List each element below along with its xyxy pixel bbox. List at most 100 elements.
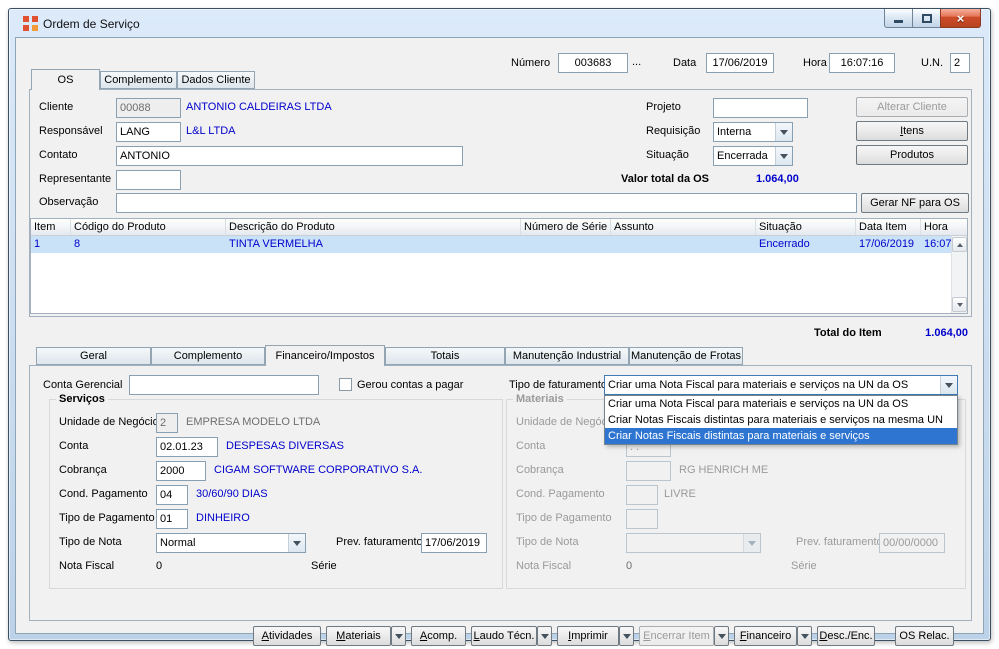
conta-gerencial-label: Conta Gerencial (43, 379, 123, 391)
financeiro-button[interactable]: Financeiro (734, 626, 797, 646)
tab-os[interactable]: OS (31, 69, 100, 90)
maximize-icon (921, 13, 932, 23)
column-header-hora[interactable]: Hora (921, 219, 967, 235)
servicos-cobranca-name: CIGAM SOFTWARE CORPORATIVO S.A. (214, 464, 423, 476)
column-header-descricao[interactable]: Descrição do Produto (226, 219, 521, 235)
financeiro-menu-button[interactable] (797, 626, 812, 646)
alterar-cliente-button[interactable]: Alterar Cliente (856, 97, 968, 117)
tab-totais[interactable]: Totais (385, 347, 505, 365)
servicos-cond-pagamento-input[interactable] (156, 485, 188, 505)
materiais-prev-faturamento-label: Prev. faturamento (796, 536, 883, 548)
representante-label: Representante (39, 173, 112, 185)
chevron-down-icon (394, 633, 403, 639)
conta-gerencial-input[interactable] (129, 375, 319, 395)
imprimir-button[interactable]: Imprimir (557, 626, 619, 646)
column-header-data-item[interactable]: Data Item (856, 219, 921, 235)
tab-geral[interactable]: Geral (36, 347, 151, 365)
tab-dados-cliente[interactable]: Dados Cliente (177, 71, 255, 89)
servicos-un-label: Unidade de Negócio (59, 416, 159, 428)
materiais-conta-label: Conta (516, 440, 546, 452)
os-relac-button[interactable]: OS Relac. (895, 626, 954, 646)
maximize-button[interactable] (912, 9, 941, 28)
materiais-nota-fiscal-label: Nota Fiscal (516, 560, 572, 572)
materiais-tipo-pagamento-label: Tipo de Pagamento (516, 512, 612, 524)
servicos-cobranca-input[interactable] (156, 461, 206, 481)
laudo-tecn-button[interactable]: Laudo Técn. (471, 626, 537, 646)
servicos-nota-fiscal-label: Nota Fiscal (59, 560, 115, 572)
atividades-button[interactable]: Atividades (253, 626, 321, 646)
situacao-select[interactable]: Encerrada (713, 146, 793, 166)
title-bar[interactable]: Ordem de Serviço × (9, 9, 990, 37)
projeto-input[interactable] (713, 98, 808, 118)
servicos-tipo-nota-label: Tipo de Nota (59, 536, 122, 548)
tab-manutencao-industrial[interactable]: Manutenção Industrial (505, 347, 629, 365)
chevron-down-icon (780, 153, 788, 159)
materiais-serie-label: Série (791, 560, 817, 572)
servicos-prev-faturamento-input[interactable] (421, 533, 487, 553)
gerar-nf-button[interactable]: Gerar NF para OS (861, 193, 969, 213)
table-header: Item Código do Produto Descrição do Prod… (31, 219, 967, 236)
responsavel-input[interactable] (116, 122, 181, 142)
laudo-tecn-menu-button[interactable] (537, 626, 552, 646)
observacao-input[interactable] (116, 193, 857, 213)
close-button[interactable]: × (940, 9, 981, 28)
minimize-button[interactable] (884, 9, 913, 28)
tab-complemento-detail[interactable]: Complemento (151, 347, 265, 365)
dropdown-option-1[interactable]: Criar uma Nota Fiscal para materiais e s… (605, 396, 957, 412)
servicos-tipo-nota-select[interactable]: Normal (156, 533, 306, 553)
tab-complemento[interactable]: Complemento (100, 71, 177, 89)
table-scrollbar[interactable] (951, 236, 967, 313)
cell-assunto (611, 236, 756, 253)
servicos-un-input[interactable] (156, 413, 178, 433)
dropdown-option-3[interactable]: Criar Notas Fiscais distintas para mater… (605, 428, 957, 444)
column-header-numero-serie[interactable]: Número de Série (521, 219, 611, 235)
encerrar-item-menu-button[interactable] (714, 626, 729, 646)
tipo-faturamento-select[interactable]: Criar uma Nota Fiscal para materiais e s… (604, 375, 958, 395)
column-header-situacao[interactable]: Situação (756, 219, 856, 235)
column-header-codigo[interactable]: Código do Produto (71, 219, 226, 235)
column-header-assunto[interactable]: Assunto (611, 219, 756, 235)
total-item-value: 1.064,00 (925, 327, 968, 339)
scroll-up-button[interactable] (952, 237, 967, 252)
contato-input[interactable] (116, 146, 463, 166)
materiais-menu-button[interactable] (391, 626, 406, 646)
servicos-conta-name: DESPESAS DIVERSAS (226, 440, 344, 452)
requisicao-select[interactable]: Interna (713, 122, 793, 142)
cliente-code-input[interactable] (116, 98, 181, 118)
servicos-tipo-pagamento-input[interactable] (156, 509, 188, 529)
servicos-tipo-nota-dropdown-button[interactable] (288, 534, 305, 552)
representante-input[interactable] (116, 170, 181, 190)
column-header-item[interactable]: Item (31, 219, 71, 235)
desc-enc-button[interactable]: Desc./Enc. (817, 626, 875, 646)
observacao-label: Observação (39, 196, 99, 208)
acomp-button[interactable]: Acomp. (411, 626, 466, 646)
situacao-dropdown-button[interactable] (775, 147, 792, 165)
close-icon: × (956, 10, 965, 26)
tab-manutencao-frotas[interactable]: Manutenção de Frotas (629, 347, 743, 365)
cell-situacao: Encerrado (759, 238, 810, 250)
requisicao-dropdown-button[interactable] (775, 123, 792, 141)
hora-input[interactable] (829, 53, 895, 73)
tab-financeiro-impostos[interactable]: Financeiro/Impostos (265, 345, 385, 366)
servicos-conta-input[interactable] (156, 437, 218, 457)
materiais-tipo-nota-value (627, 534, 743, 552)
materiais-cond-pagamento-label: Cond. Pagamento (516, 488, 605, 500)
situacao-value: Encerrada (717, 150, 768, 162)
gerou-contas-checkbox[interactable] (339, 378, 352, 391)
numero-lookup-button[interactable]: ... (632, 56, 641, 68)
scroll-down-button[interactable] (952, 297, 967, 312)
encerrar-item-button[interactable]: Encerrar Item (639, 626, 714, 646)
chevron-down-icon (293, 540, 301, 546)
cell-codigo: 8 (74, 238, 81, 250)
dropdown-option-2[interactable]: Criar Notas Fiscais distintas para mater… (605, 412, 957, 428)
servicos-conta-label: Conta (59, 440, 89, 452)
un-input[interactable] (950, 53, 970, 73)
numero-input[interactable] (558, 53, 628, 73)
produtos-button[interactable]: Produtos (856, 145, 968, 165)
itens-button[interactable]: Itens (856, 121, 968, 141)
materiais-button[interactable]: Materiais (326, 626, 391, 646)
data-input[interactable] (706, 53, 774, 73)
tipo-faturamento-dropdown-button[interactable] (940, 376, 957, 394)
imprimir-menu-button[interactable] (619, 626, 634, 646)
table-row[interactable]: 1 8 TINTA VERMELHA Encerrado 17/06/2019 … (31, 236, 967, 253)
